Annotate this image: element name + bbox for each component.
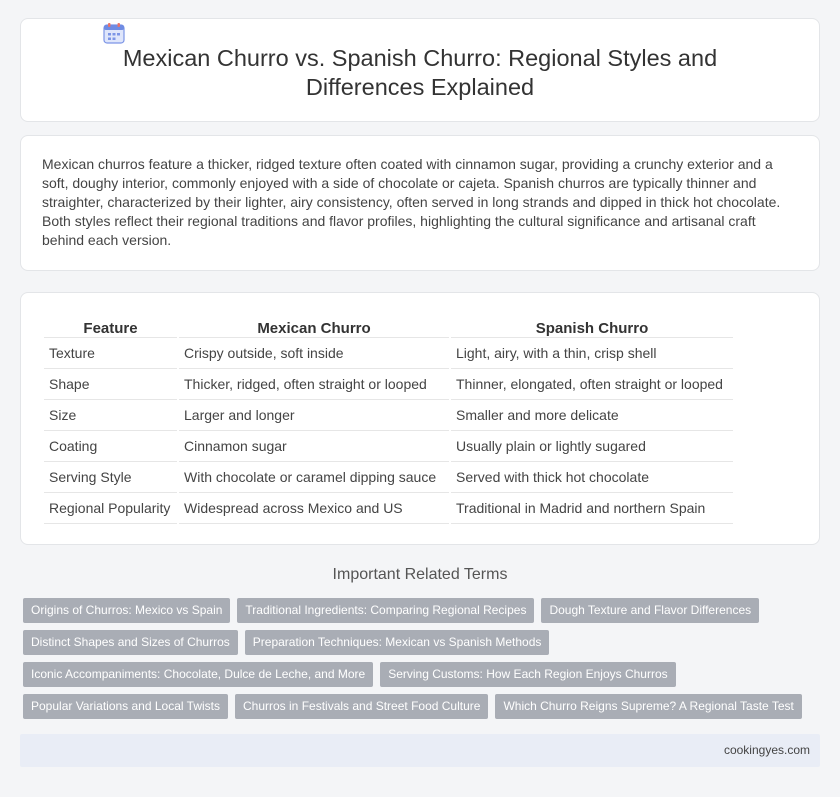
header-mexican-churro: Mexican Churro bbox=[179, 314, 449, 338]
footer-site-name: cookingyes.com bbox=[723, 743, 810, 757]
comparison-card: Feature Mexican Churro Spanish Churro Te… bbox=[20, 292, 820, 545]
cell-feature: Shape bbox=[44, 369, 177, 400]
related-term-tag[interactable]: Dough Texture and Flavor Differences bbox=[541, 598, 760, 623]
related-term-tag[interactable]: Churros in Festivals and Street Food Cul… bbox=[235, 694, 489, 719]
cell-spanish: Light, airy, with a thin, crisp shell bbox=[451, 338, 733, 369]
related-term-tag[interactable]: Serving Customs: How Each Region Enjoys … bbox=[380, 662, 676, 687]
table-row: Coating Cinnamon sugar Usually plain or … bbox=[44, 431, 733, 462]
cell-feature: Coating bbox=[44, 431, 177, 462]
page-title: Mexican Churro vs. Spanish Churro: Regio… bbox=[122, 45, 718, 100]
intro-paragraph: Mexican churros feature a thicker, ridge… bbox=[42, 156, 781, 248]
cell-mexican: With chocolate or caramel dipping sauce bbox=[179, 462, 449, 493]
cell-spanish: Usually plain or lightly sugared bbox=[451, 431, 733, 462]
calendar-icon bbox=[103, 23, 125, 44]
related-term-tag[interactable]: Popular Variations and Local Twists bbox=[23, 694, 228, 719]
table-row: Texture Crispy outside, soft inside Ligh… bbox=[44, 338, 733, 369]
header-spanish-churro: Spanish Churro bbox=[451, 314, 733, 338]
cell-mexican: Cinnamon sugar bbox=[179, 431, 449, 462]
related-term-tag[interactable]: Preparation Techniques: Mexican vs Spani… bbox=[244, 630, 550, 655]
comparison-table: Feature Mexican Churro Spanish Churro Te… bbox=[42, 314, 735, 524]
title-wrap: Mexican Churro vs. Spanish Churro: Regio… bbox=[21, 44, 819, 102]
cell-feature: Serving Style bbox=[44, 462, 177, 493]
footer: cookingyes.com bbox=[20, 734, 820, 767]
cell-feature: Size bbox=[44, 400, 177, 431]
table-row: Shape Thicker, ridged, often straight or… bbox=[44, 369, 733, 400]
table-row: Serving Style With chocolate or caramel … bbox=[44, 462, 733, 493]
header-feature: Feature bbox=[44, 314, 177, 338]
cell-mexican: Crispy outside, soft inside bbox=[179, 338, 449, 369]
cell-spanish: Traditional in Madrid and northern Spain bbox=[451, 493, 733, 524]
cell-mexican: Larger and longer bbox=[179, 400, 449, 431]
related-term-tag[interactable]: Origins of Churros: Mexico vs Spain bbox=[23, 598, 231, 623]
table-header-row: Feature Mexican Churro Spanish Churro bbox=[44, 314, 733, 338]
related-term-tag[interactable]: Traditional Ingredients: Comparing Regio… bbox=[237, 598, 535, 623]
related-terms-list: Origins of Churros: Mexico vs Spain Trad… bbox=[23, 598, 803, 719]
cell-spanish: Served with thick hot chocolate bbox=[451, 462, 733, 493]
cell-feature: Regional Popularity bbox=[44, 493, 177, 524]
table-row: Regional Popularity Widespread across Me… bbox=[44, 493, 733, 524]
related-term-tag[interactable]: Iconic Accompaniments: Chocolate, Dulce … bbox=[23, 662, 374, 687]
intro-card: Mexican churros feature a thicker, ridge… bbox=[20, 135, 820, 271]
related-term-tag[interactable]: Distinct Shapes and Sizes of Churros bbox=[23, 630, 238, 655]
cell-spanish: Thinner, elongated, often straight or lo… bbox=[451, 369, 733, 400]
header-card: Mexican Churro vs. Spanish Churro: Regio… bbox=[20, 18, 820, 122]
related-term-tag[interactable]: Which Churro Reigns Supreme? A Regional … bbox=[495, 694, 802, 719]
cell-spanish: Smaller and more delicate bbox=[451, 400, 733, 431]
cell-mexican: Thicker, ridged, often straight or loope… bbox=[179, 369, 449, 400]
table-row: Size Larger and longer Smaller and more … bbox=[44, 400, 733, 431]
cell-feature: Texture bbox=[44, 338, 177, 369]
cell-mexican: Widespread across Mexico and US bbox=[179, 493, 449, 524]
related-terms-title: Important Related Terms bbox=[332, 566, 508, 583]
